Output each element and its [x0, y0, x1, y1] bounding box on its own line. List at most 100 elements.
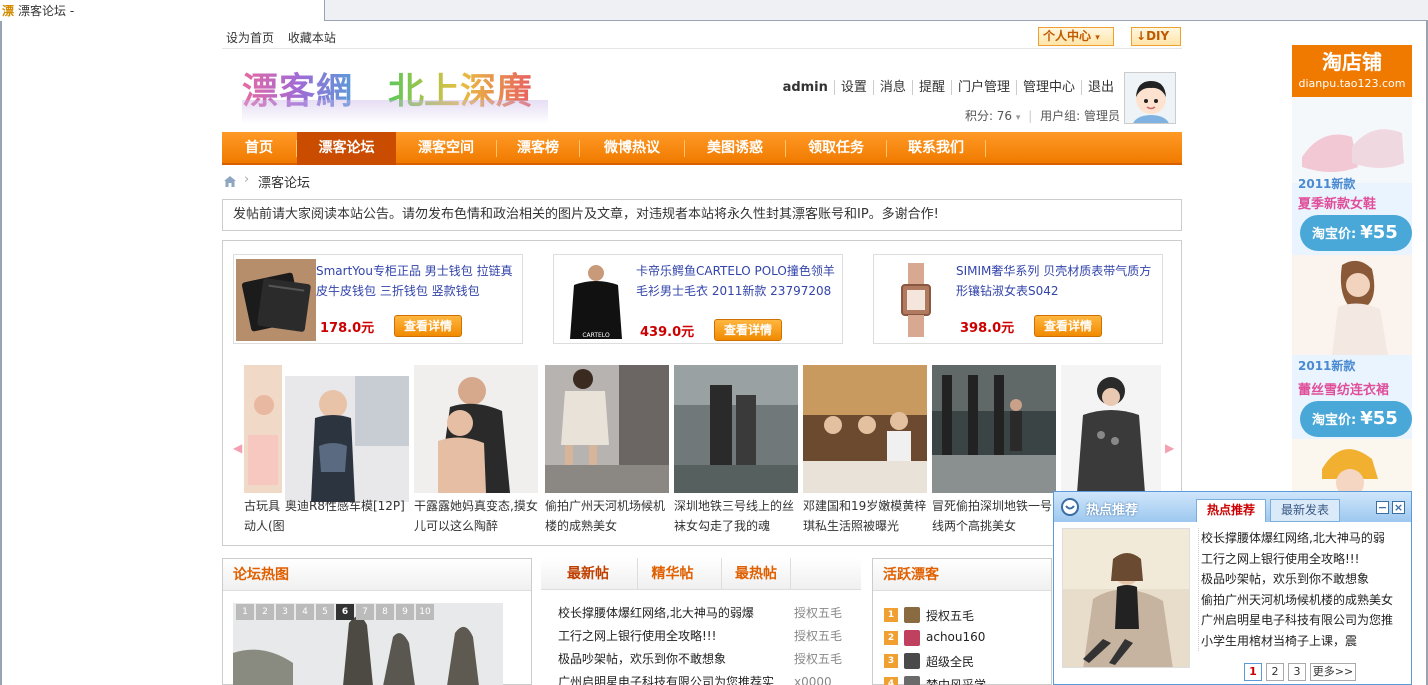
post-title[interactable]: 校长撑腰体爆红网络,北大神马的弱爆 [558, 602, 790, 625]
popup-page[interactable]: 2 [1266, 663, 1284, 681]
nav-item-forum[interactable]: 漂客论坛 [297, 132, 396, 165]
bookmark-link[interactable]: 收藏本站 [288, 31, 336, 45]
settings-link[interactable]: 设置 [833, 80, 873, 95]
avatar[interactable] [904, 607, 920, 623]
nav-item-ranking[interactable]: 漂客榜 [497, 132, 579, 165]
list-item[interactable]: 2 achou160 [884, 627, 1044, 650]
gallery-caption[interactable]: 奥迪R8性感车模[12P] [285, 496, 409, 538]
reminders-link[interactable]: 提醒 [911, 80, 951, 95]
pager-page[interactable]: 7 [356, 604, 374, 620]
post-author[interactable]: 授权五毛 [794, 648, 842, 671]
pager-page[interactable]: 5 [316, 604, 334, 620]
gallery-image[interactable] [932, 365, 1056, 493]
avatar[interactable] [1124, 72, 1176, 124]
pager-page[interactable]: 9 [396, 604, 414, 620]
popup-post-link[interactable]: 广州启明星电子科技有限公司为您推 [1201, 610, 1408, 631]
product-card[interactable]: SIMIM奢华系列 贝壳材质表带气质方形镶钻淑女表S042 398.0元 查看详… [873, 254, 1163, 344]
admin-center-link[interactable]: 管理中心 [1015, 80, 1081, 95]
post-title[interactable]: 工行之网上银行使用全攻略!!! [558, 625, 790, 648]
gallery-next-icon[interactable]: ▶ [1165, 441, 1174, 455]
tab-latest-posts[interactable]: 最新帖 [553, 558, 623, 590]
popup-post-link[interactable]: 校长撑腰体爆红网络,北大神马的弱 [1201, 528, 1408, 549]
list-item[interactable]: 4 梦中风采学 [884, 673, 1044, 685]
post-author[interactable]: 授权五毛 [794, 625, 842, 648]
nav-item-weibo[interactable]: 微博热议 [580, 132, 684, 165]
set-homepage-link[interactable]: 设为首页 [226, 31, 274, 45]
list-item[interactable]: 广州启明星电子科技有限公司为您推荐实 x0000 [556, 671, 852, 685]
close-icon[interactable]: × [1392, 501, 1405, 514]
tab-hot-recommend[interactable]: 热点推荐 [1196, 499, 1266, 522]
view-details-button[interactable]: 查看详情 [1034, 315, 1102, 337]
gallery-image[interactable] [285, 376, 409, 502]
popup-post-link[interactable]: 极品吵架帖，欢乐到你不敢想象 [1201, 569, 1408, 590]
user-name[interactable]: 超级全民 [926, 653, 974, 670]
popup-post-link[interactable]: 小学生用棺材当椅子上课，震 [1201, 631, 1408, 652]
gallery-caption[interactable]: 邓建国和19岁嫩模黄梓琪私生活照被曝光 [803, 496, 927, 538]
gallery-image[interactable] [803, 365, 927, 493]
product-image-sweater[interactable]: CARTELO [556, 259, 636, 341]
ad-shoes-image[interactable] [1292, 97, 1412, 183]
product-title[interactable]: SIMIM奢华系列 贝壳材质表带气质方形镶钻淑女表S042 [956, 261, 1162, 301]
tab-elite-posts[interactable]: 精华帖 [637, 558, 707, 590]
list-item[interactable]: 3 超级全民 [884, 650, 1044, 673]
gallery-image[interactable] [674, 365, 798, 493]
ad-price[interactable]: 淘宝价: ¥55 [1300, 401, 1412, 437]
username-link[interactable]: admin [777, 80, 834, 95]
minimize-icon[interactable]: − [1376, 501, 1389, 514]
post-title[interactable]: 极品吵架帖，欢乐到你不敢想象 [558, 648, 790, 671]
product-image-wallet[interactable] [236, 259, 316, 341]
pager-page[interactable]: 3 [276, 604, 294, 620]
logout-link[interactable]: 退出 [1080, 80, 1120, 95]
browser-tab[interactable]: 漂 漂客论坛 - [0, 0, 325, 21]
popup-page-current[interactable]: 1 [1244, 663, 1262, 681]
list-item[interactable]: 极品吵架帖，欢乐到你不敢想象 授权五毛 [556, 648, 852, 671]
gallery-image[interactable] [244, 365, 282, 493]
personal-center-button[interactable]: 个人中心 ▾ [1038, 27, 1114, 46]
product-card[interactable]: SmartYou专柜正品 男士钱包 拉链真皮牛皮钱包 三折钱包 竖款钱包 178… [233, 254, 523, 344]
avatar[interactable] [904, 676, 920, 685]
popup-post-link[interactable]: 工行之网上银行使用全攻略!!! [1201, 549, 1408, 570]
user-name[interactable]: achou160 [926, 630, 985, 644]
pager-page-current[interactable]: 6 [336, 604, 354, 620]
product-title[interactable]: 卡帝乐鳄鱼CARTELO POLO撞色领羊毛衫男士毛衣 2011新款 23797… [636, 261, 842, 301]
avatar[interactable] [904, 630, 920, 646]
ad-kid-image[interactable] [1292, 439, 1412, 499]
nav-item-tasks[interactable]: 领取任务 [786, 132, 886, 165]
gallery-caption[interactable]: 偷拍广州天河机场候机楼的成熟美女 [545, 496, 669, 538]
site-logo[interactable]: 漂客網 北上深廣 [240, 60, 550, 126]
ad-dress-image[interactable] [1292, 255, 1412, 355]
gallery-prev-icon[interactable]: ◀ [233, 441, 242, 455]
gallery-caption[interactable]: 冒死偷拍深圳地铁一号线两个高挑美女 [932, 496, 1056, 538]
tab-latest[interactable]: 最新发表 [1270, 499, 1340, 522]
post-author[interactable]: 授权五毛 [794, 602, 842, 625]
pager-page[interactable]: 2 [256, 604, 274, 620]
ad-price[interactable]: 淘宝价: ¥55 [1300, 215, 1412, 251]
pager-page[interactable]: 4 [296, 604, 314, 620]
gallery-image[interactable] [1061, 365, 1161, 493]
tab-hot-posts[interactable]: 最热帖 [721, 558, 791, 590]
user-name[interactable]: 授权五毛 [926, 607, 974, 624]
breadcrumb-current[interactable]: 漂客论坛 [258, 172, 310, 191]
pager-page[interactable]: 8 [376, 604, 394, 620]
list-item[interactable]: 校长撑腰体爆红网络,北大神马的弱爆 授权五毛 [556, 602, 852, 625]
nav-item-contact[interactable]: 联系我们 [887, 132, 985, 165]
popup-image[interactable] [1062, 528, 1190, 668]
product-image-watch[interactable] [876, 259, 956, 341]
pager-page[interactable]: 1 [236, 604, 254, 620]
diy-button[interactable]: ↓DIY [1131, 27, 1181, 46]
points-dropdown[interactable]: 积分: 76 ▾ [965, 109, 1021, 123]
nav-item-home[interactable]: 首页 [222, 132, 296, 165]
nav-item-pictures[interactable]: 美图诱惑 [685, 132, 785, 165]
post-author[interactable]: x0000 [794, 671, 832, 685]
view-details-button[interactable]: 查看详情 [394, 315, 462, 337]
view-details-button[interactable]: 查看详情 [714, 319, 782, 341]
gallery-caption[interactable]: 干露露她妈真变态,摸女儿可以这么陶醉 [414, 496, 538, 538]
user-name[interactable]: 梦中风采学 [926, 676, 986, 685]
gallery-caption[interactable]: 古玩具 动人(图 [244, 496, 284, 538]
nav-item-space[interactable]: 漂客空间 [396, 132, 496, 165]
popup-page[interactable]: 3 [1288, 663, 1306, 681]
pager-page[interactable]: 10 [416, 604, 434, 620]
list-item[interactable]: 1 授权五毛 [884, 604, 1044, 627]
gallery-image[interactable] [414, 365, 538, 493]
home-icon[interactable] [222, 173, 238, 189]
